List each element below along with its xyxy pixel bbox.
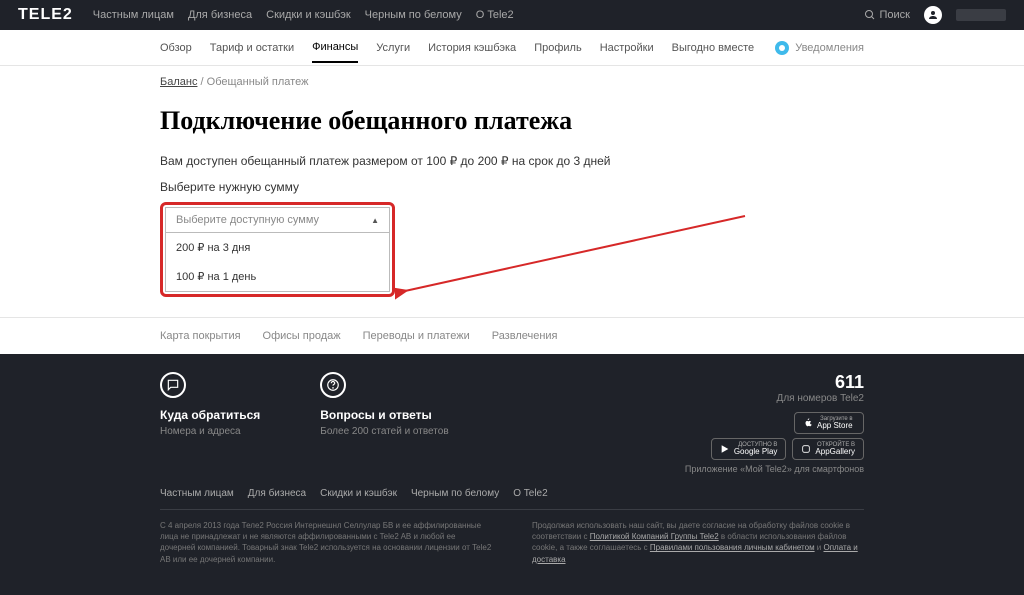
breadcrumb: Баланс / Обещанный платеж [160, 76, 864, 88]
footer-faq[interactable]: Вопросы и ответы Более 200 статей и отве… [320, 372, 448, 474]
page-description: Вам доступен обещанный платеж размером о… [160, 154, 864, 168]
option-100-1day[interactable]: 100 ₽ на 1 день [166, 262, 389, 291]
subnav-overview[interactable]: Обзор [160, 42, 192, 62]
googleplay-badge[interactable]: ДОСТУПНО ВGoogle Play [711, 438, 787, 460]
subnav-tariff[interactable]: Тариф и остатки [210, 42, 294, 62]
appstore-badge[interactable]: Загрузите вApp Store [794, 412, 864, 434]
top-nav: Частным лицам Для бизнеса Скидки и кэшбэ… [93, 9, 864, 21]
topnav-cashback[interactable]: Скидки и кэшбэк [266, 9, 351, 21]
fnav-cashback[interactable]: Скидки и кэшбэк [320, 488, 397, 499]
huawei-icon [801, 444, 811, 454]
amount-dropdown: 200 ₽ на 3 дня 100 ₽ на 1 день [165, 233, 390, 292]
subnav-together[interactable]: Выгодно вместе [672, 42, 755, 62]
logo[interactable]: TELE2 [18, 6, 73, 24]
footer-entertainment[interactable]: Развлечения [492, 330, 558, 342]
apple-icon [803, 418, 813, 428]
footer-coverage[interactable]: Карта покрытия [160, 330, 241, 342]
footer-quick-links: Карта покрытия Офисы продаж Переводы и п… [0, 317, 1024, 354]
notifications-link[interactable]: Уведомления [775, 41, 864, 55]
subnav-settings[interactable]: Настройки [600, 42, 654, 62]
rules-link[interactable]: Правилами пользования личным кабинетом [650, 543, 815, 552]
select-placeholder: Выберите доступную сумму [176, 214, 319, 226]
amount-select[interactable]: Выберите доступную сумму ▲ [165, 207, 390, 233]
chat-icon [160, 372, 186, 398]
main-content: Баланс / Обещанный платеж Подключение об… [0, 66, 1024, 317]
topnav-about[interactable]: О Tele2 [476, 9, 514, 21]
breadcrumb-balance[interactable]: Баланс [160, 76, 197, 88]
footer-contact[interactable]: Куда обратиться Номера и адреса [160, 372, 260, 474]
option-200-3days[interactable]: 200 ₽ на 3 дня [166, 233, 389, 262]
hotline-number: 611 [685, 372, 864, 393]
subnav-profile[interactable]: Профиль [534, 42, 582, 62]
appgallery-badge[interactable]: ОТКРОЙТЕ ВAppGallery [792, 438, 864, 460]
topnav-personal[interactable]: Частным лицам [93, 9, 174, 21]
fnav-black-white[interactable]: Черным по белому [411, 488, 499, 499]
top-tools: Поиск [864, 6, 1006, 24]
footer-offices[interactable]: Офисы продаж [263, 330, 341, 342]
app-description: Приложение «Мой Tele2» для смартфонов [685, 464, 864, 474]
play-icon [720, 444, 730, 454]
bell-icon [775, 41, 789, 55]
breadcrumb-current: Обещанный платеж [207, 76, 309, 88]
subnav-cashback-history[interactable]: История кэшбэка [428, 42, 516, 62]
sub-nav: Обзор Тариф и остатки Финансы Услуги Ист… [0, 30, 1024, 66]
fnav-about[interactable]: О Tele2 [513, 488, 547, 499]
subnav-services[interactable]: Услуги [376, 42, 410, 62]
select-label: Выберите нужную сумму [160, 180, 864, 194]
annotation-arrow [395, 211, 755, 311]
topnav-business[interactable]: Для бизнеса [188, 9, 252, 21]
policy-link[interactable]: Политикой Компаний Группы Tele2 [590, 532, 719, 541]
footer-apps: 611 Для номеров Tele2 Загрузите вApp Sto… [685, 372, 864, 474]
footer-nav: Частным лицам Для бизнеса Скидки и кэшбэ… [160, 488, 864, 510]
topnav-black-white[interactable]: Черным по белому [365, 9, 462, 21]
top-bar: TELE2 Частным лицам Для бизнеса Скидки и… [0, 0, 1024, 30]
fnav-business[interactable]: Для бизнеса [248, 488, 306, 499]
user-name-blurred [956, 9, 1006, 21]
legal-text-2: Продолжая использовать наш сайт, вы дает… [532, 520, 864, 565]
help-icon [320, 372, 346, 398]
search-icon[interactable]: Поиск [864, 9, 910, 21]
page-title: Подключение обещанного платежа [160, 106, 864, 136]
footer-legal: С 4 апреля 2013 года Теле2 Россия Интерн… [160, 520, 864, 565]
user-avatar-icon[interactable] [924, 6, 942, 24]
hotline-sub: Для номеров Tele2 [685, 393, 864, 404]
chevron-up-icon: ▲ [371, 216, 379, 225]
fnav-personal[interactable]: Частным лицам [160, 488, 234, 499]
subnav-finance[interactable]: Финансы [312, 41, 358, 63]
footer-payments[interactable]: Переводы и платежи [363, 330, 470, 342]
legal-text-1: С 4 апреля 2013 года Теле2 Россия Интерн… [160, 520, 492, 565]
amount-select-highlighted: Выберите доступную сумму ▲ 200 ₽ на 3 дн… [160, 202, 395, 297]
footer: Куда обратиться Номера и адреса Вопросы … [0, 354, 1024, 595]
